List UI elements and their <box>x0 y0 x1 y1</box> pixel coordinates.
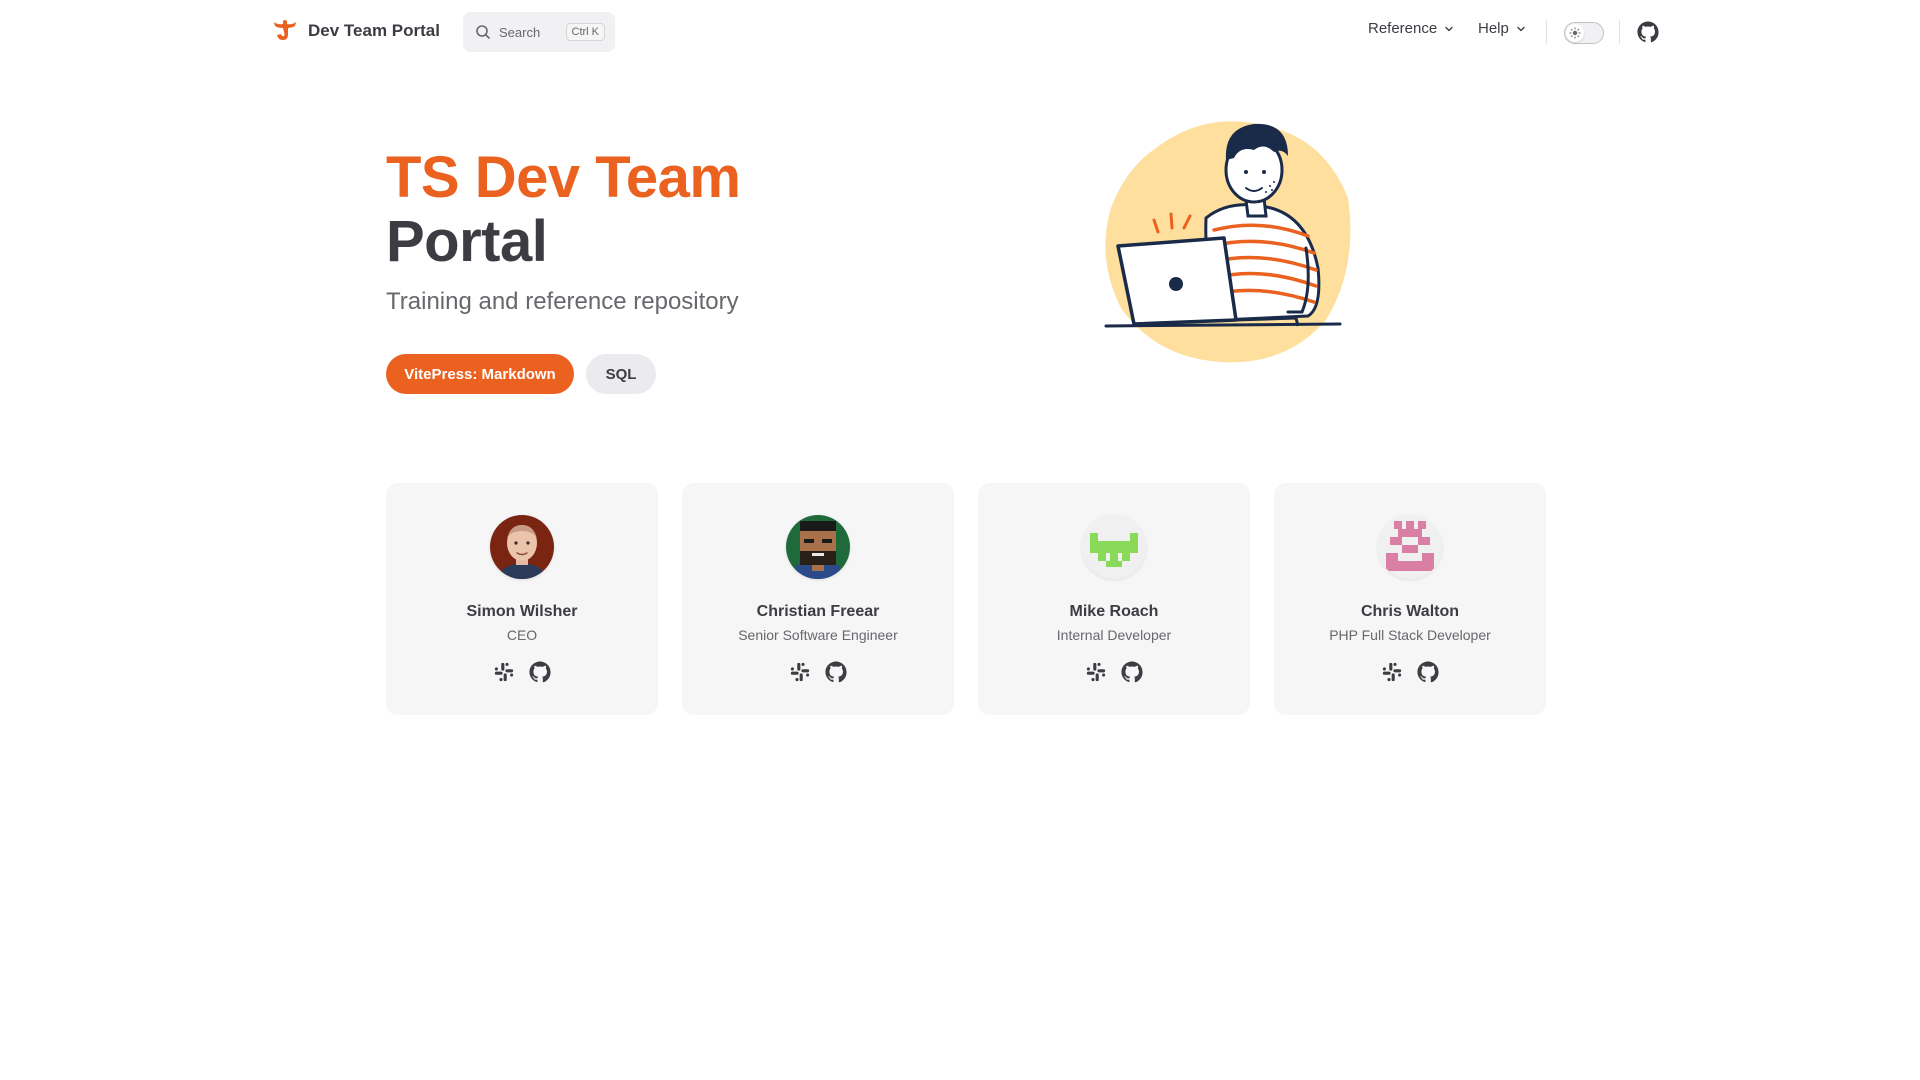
member-links <box>789 661 847 683</box>
member-links <box>493 661 551 683</box>
menu-help[interactable]: Help <box>1478 20 1527 37</box>
member-title: PHP Full Stack Developer <box>1329 627 1491 643</box>
chevron-down-icon <box>1445 26 1453 31</box>
menu-help-label: Help <box>1478 20 1509 37</box>
appearance-toggle[interactable] <box>1564 22 1604 44</box>
member-title: CEO <box>506 627 538 643</box>
toggle-knob <box>1566 24 1584 42</box>
search-icon <box>476 25 490 39</box>
vitepress-markdown-button[interactable]: VitePress: Markdown <box>386 354 574 394</box>
member-name: Chris Walton <box>1360 603 1460 620</box>
menu-reference-label: Reference <box>1368 20 1438 37</box>
hero-title: TS Dev Team Portal <box>386 145 741 274</box>
slack-icon[interactable] <box>1381 661 1403 683</box>
sql-button[interactable]: SQL <box>586 354 656 394</box>
developer-illustration <box>1104 121 1351 363</box>
search-shortcut: Ctrl K <box>565 23 605 41</box>
hero-actions: VitePress: Markdown SQL <box>386 354 656 394</box>
avatar <box>490 515 554 579</box>
github-icon[interactable] <box>825 661 847 683</box>
search-button[interactable]: Search Ctrl K <box>463 12 615 52</box>
nav-divider <box>1619 20 1620 44</box>
hero-text: Portal <box>386 209 548 274</box>
search-label: Search <box>499 24 541 40</box>
member-links <box>1085 661 1143 683</box>
github-icon[interactable] <box>529 661 551 683</box>
team-member-card: Christian Freear Senior Software Enginee… <box>682 483 954 715</box>
team-member-card: Chris Walton PHP Full Stack Developer <box>1274 483 1546 715</box>
hero-name: TS Dev Team <box>386 145 741 210</box>
team-member-card: Mike Roach Internal Developer <box>978 483 1250 715</box>
github-icon[interactable] <box>1121 661 1143 683</box>
slack-icon[interactable] <box>1085 661 1107 683</box>
menu-reference[interactable]: Reference <box>1368 20 1455 37</box>
avatar <box>1378 515 1442 579</box>
chevron-down-icon <box>1517 26 1525 31</box>
member-name: Christian Freear <box>756 603 880 620</box>
team-members: Simon Wilsher CEO Christian Freear Senio… <box>386 483 1546 715</box>
hero-tagline: Training and reference repository <box>386 288 739 315</box>
github-icon[interactable] <box>1417 661 1439 683</box>
member-links <box>1381 661 1439 683</box>
member-name: Simon Wilsher <box>466 603 578 620</box>
slack-icon[interactable] <box>493 661 515 683</box>
avatar <box>1082 515 1146 579</box>
brand-link[interactable]: Dev Team Portal <box>272 18 440 44</box>
member-title: Senior Software Engineer <box>738 627 898 643</box>
github-icon[interactable] <box>1637 21 1659 43</box>
member-name: Mike Roach <box>1069 603 1159 620</box>
slack-icon[interactable] <box>789 661 811 683</box>
member-title: Internal Developer <box>1056 627 1172 643</box>
avatar <box>786 515 850 579</box>
sun-icon <box>1569 27 1581 39</box>
site-title: Dev Team Portal <box>308 21 440 40</box>
top-nav: Dev Team Portal Search Ctrl K Reference … <box>0 0 1920 64</box>
team-member-card: Simon Wilsher CEO <box>386 483 658 715</box>
nav-divider <box>1546 20 1547 44</box>
logo-icon <box>274 20 296 40</box>
